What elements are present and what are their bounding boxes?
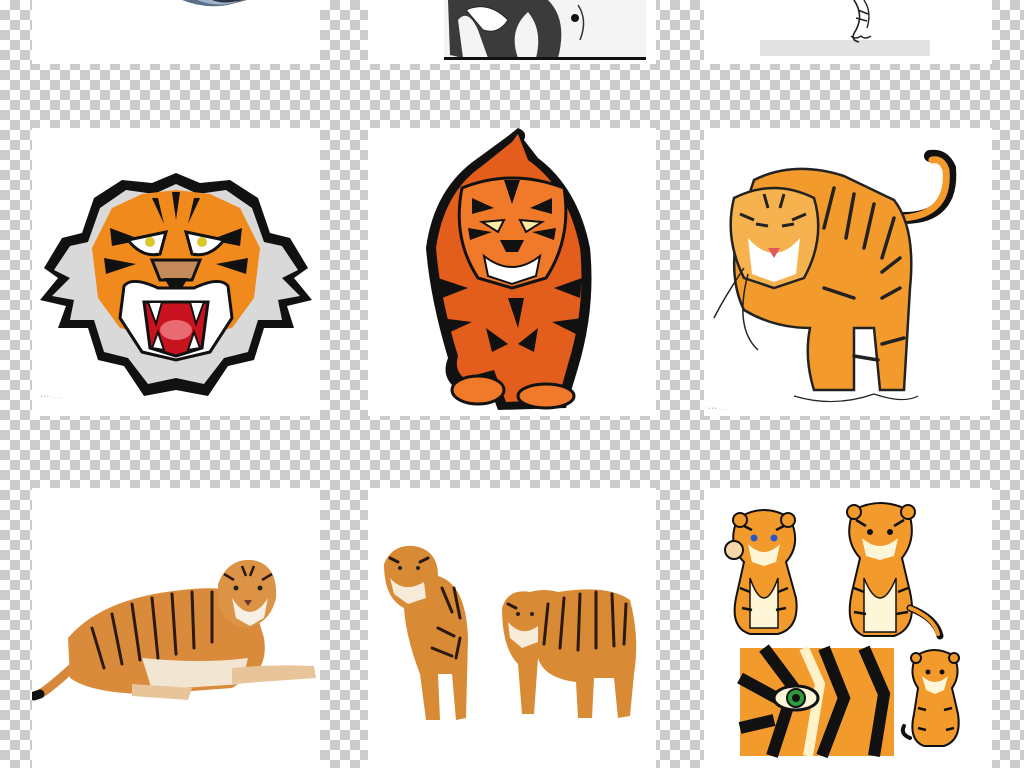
lying-tiger-image bbox=[32, 559, 316, 701]
sketch-tiger-image bbox=[444, 0, 646, 60]
prowling-tiger-image bbox=[426, 128, 592, 410]
tile-sketch-tiger[interactable] bbox=[368, 0, 656, 64]
tile-snow-tiger[interactable] bbox=[32, 0, 320, 64]
watermark: ••• ...... bbox=[40, 394, 62, 400]
two-standing-tigers-image bbox=[384, 545, 637, 720]
tile-lying-tiger[interactable] bbox=[32, 488, 320, 768]
tile-two-standing-tigers[interactable] bbox=[368, 488, 656, 768]
snow-tiger-image bbox=[182, 0, 247, 7]
walking-tiger-image bbox=[713, 149, 957, 403]
line-tiger-image bbox=[760, 0, 930, 56]
tile-walking-tiger[interactable]: ••• ...... bbox=[704, 128, 992, 416]
tile-prowling-tiger[interactable] bbox=[368, 128, 656, 416]
tile-tiger-cubs[interactable] bbox=[704, 488, 992, 768]
watermark: ••• ...... bbox=[708, 406, 730, 412]
roaring-tiger-head-image bbox=[40, 173, 312, 396]
tile-line-tiger[interactable] bbox=[704, 0, 992, 64]
tile-roaring-tiger-head[interactable]: ••• ...... bbox=[32, 128, 320, 416]
tiger-cubs-image bbox=[724, 502, 960, 759]
